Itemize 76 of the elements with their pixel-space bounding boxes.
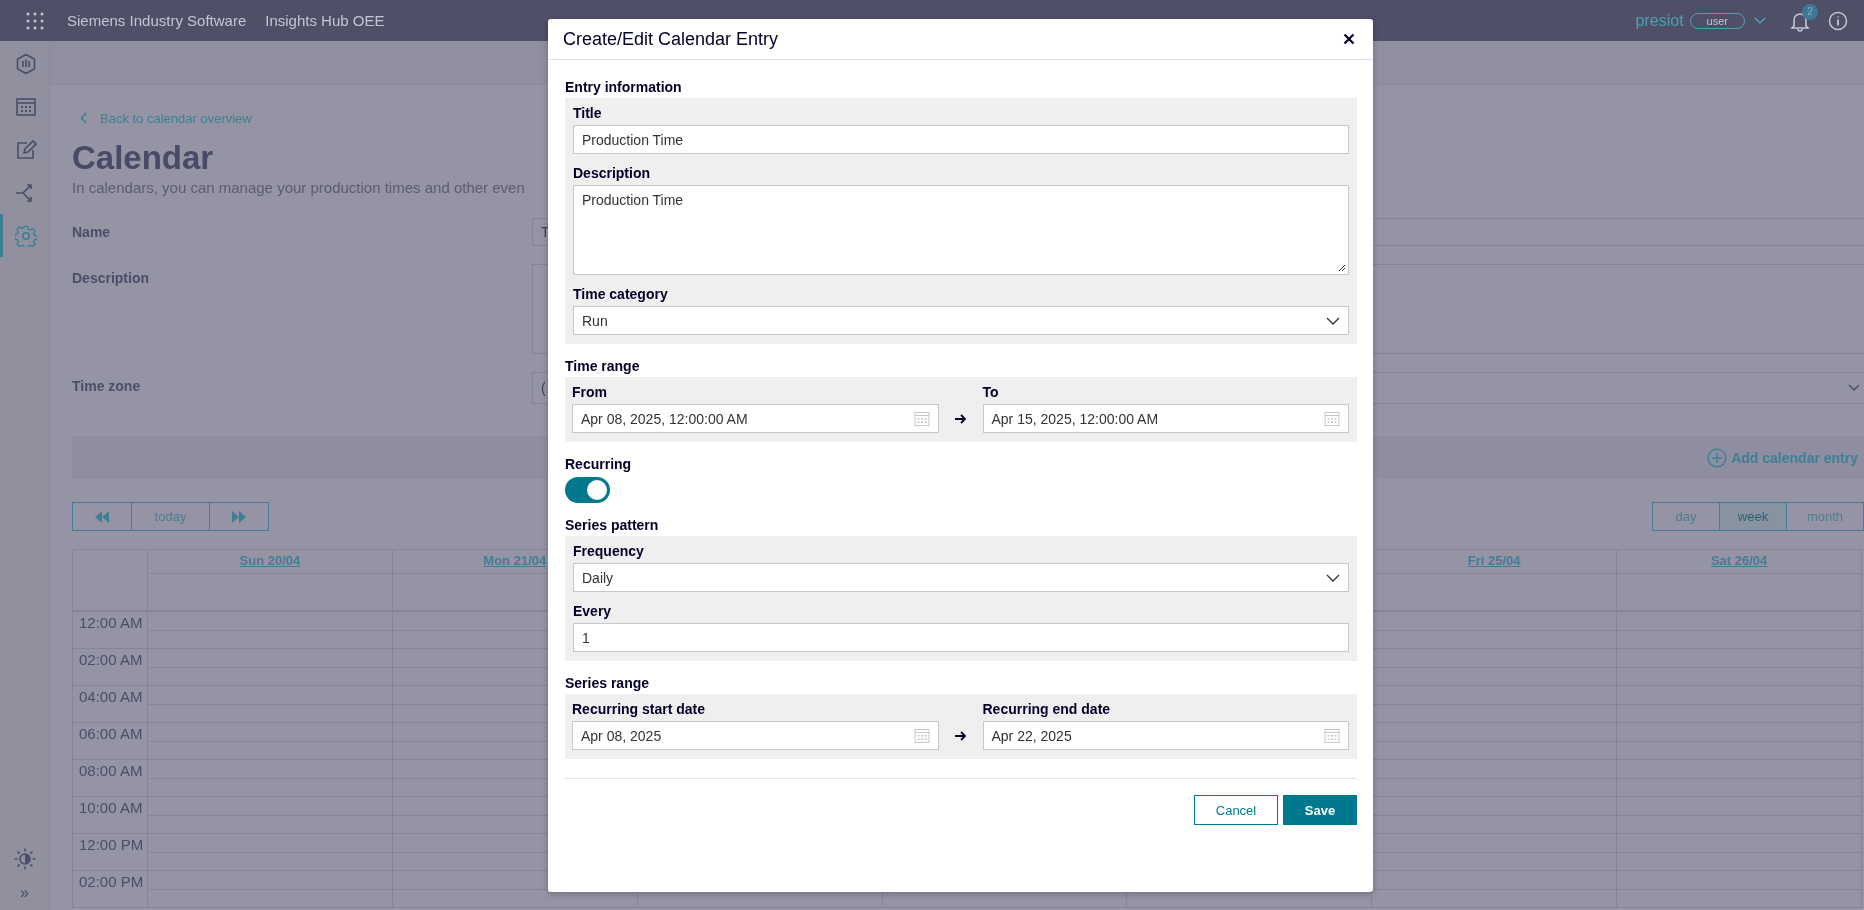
plus-circle-icon — [1707, 447, 1728, 468]
chevron-left-icon[interactable] — [80, 112, 88, 124]
add-calendar-entry-label: Add calendar entry — [1731, 449, 1858, 466]
time-label: 04:00 AM — [78, 688, 143, 705]
field-label: Every — [573, 602, 613, 621]
calendar-icon — [913, 727, 930, 744]
field-label: Frequency — [573, 542, 645, 561]
close-icon[interactable] — [1343, 33, 1355, 45]
section-heading: Series pattern — [565, 516, 660, 535]
chevron-down-icon — [1848, 384, 1860, 392]
section-heading: Time range — [565, 357, 641, 376]
brand-name: Siemens Industry Software — [67, 12, 247, 29]
save-button[interactable]: Save — [1283, 795, 1357, 825]
page-title: Calendar — [72, 138, 214, 178]
hexagon-gauge-icon — [15, 52, 37, 75]
dropdown[interactable]: Daily — [573, 563, 1349, 592]
date-field[interactable]: Apr 15, 2025, 12:00:00 AM — [982, 404, 1349, 433]
field-label: Recurring end date — [982, 700, 1112, 719]
calendar-icon — [1324, 410, 1340, 427]
view-tab[interactable]: week — [1720, 503, 1787, 530]
time-label: 02:00 PM — [78, 873, 144, 890]
chevron-down-icon[interactable] — [1754, 16, 1766, 25]
field-label: Time category — [573, 285, 669, 304]
chevron-down-icon — [1326, 316, 1340, 325]
contrast-sun-icon[interactable] — [13, 848, 36, 870]
view-tab[interactable]: month — [1787, 503, 1863, 530]
time-label: 06:00 AM — [78, 725, 143, 742]
day-header-link[interactable]: Sun 20/04 — [239, 553, 301, 568]
dialog-title: Create/Edit Calendar Entry — [563, 28, 779, 50]
cancel-button[interactable]: Cancel — [1194, 795, 1278, 825]
form-label: Name — [72, 223, 112, 242]
expand-button[interactable]: » — [0, 884, 49, 902]
arrow-right-icon — [954, 731, 967, 741]
toggle-switch[interactable] — [565, 477, 610, 503]
field-label: To — [982, 383, 1000, 402]
date-field[interactable]: Apr 22, 2025 — [982, 721, 1349, 750]
edit-icon — [15, 138, 37, 161]
text-field[interactable]: Production Time — [573, 125, 1349, 154]
day-header-link[interactable]: Sat 26/04 — [1710, 553, 1768, 568]
chevron-down-icon — [1326, 573, 1340, 582]
text-field[interactable]: 1 — [573, 623, 1349, 652]
time-label: 12:00 PM — [78, 836, 144, 853]
time-label: 10:00 AM — [78, 799, 143, 816]
arrow-right-icon — [954, 414, 967, 424]
time-label: 02:00 AM — [78, 651, 143, 668]
section-heading: Entry information — [565, 78, 683, 97]
app-name: Insights Hub OEE — [265, 12, 385, 29]
calendar-icon — [15, 95, 37, 118]
field-label: Description — [573, 164, 651, 183]
app-grid-icon[interactable] — [25, 10, 45, 31]
field-label: Recurring start date — [572, 700, 707, 719]
text-area[interactable]: Production Time — [573, 185, 1349, 275]
double-left-icon — [95, 510, 109, 523]
info-icon[interactable] — [1828, 10, 1848, 31]
form-label: Description — [72, 269, 150, 288]
add-calendar-entry-button[interactable]: Add calendar entry — [1707, 447, 1858, 468]
day-header-link[interactable]: Fri 25/04 — [1467, 553, 1521, 568]
resize-grip-icon — [1338, 264, 1346, 272]
section-heading: Series range — [565, 674, 651, 693]
date-field[interactable]: Apr 08, 2025 — [572, 721, 939, 750]
field-label: From — [572, 383, 608, 402]
calendar-icon — [1324, 727, 1340, 744]
form-label: Time zone — [72, 377, 142, 396]
time-label: 08:00 AM — [78, 762, 143, 779]
back-link[interactable]: Back to calendar overview — [100, 110, 252, 126]
calendar-icon — [913, 410, 930, 427]
date-field[interactable]: Apr 08, 2025, 12:00:00 AM — [572, 404, 939, 433]
day-header-link[interactable]: Mon 21/04 — [483, 553, 547, 568]
user-name[interactable]: presiot — [1635, 11, 1684, 30]
settings-icon — [15, 224, 37, 247]
double-right-icon — [232, 510, 246, 523]
section-heading: Recurring — [565, 455, 633, 474]
field-label: Title — [573, 104, 603, 123]
time-label: 12:00 AM — [78, 614, 143, 631]
dropdown[interactable]: Run — [573, 306, 1349, 335]
notification-badge: 2 — [1802, 3, 1818, 20]
